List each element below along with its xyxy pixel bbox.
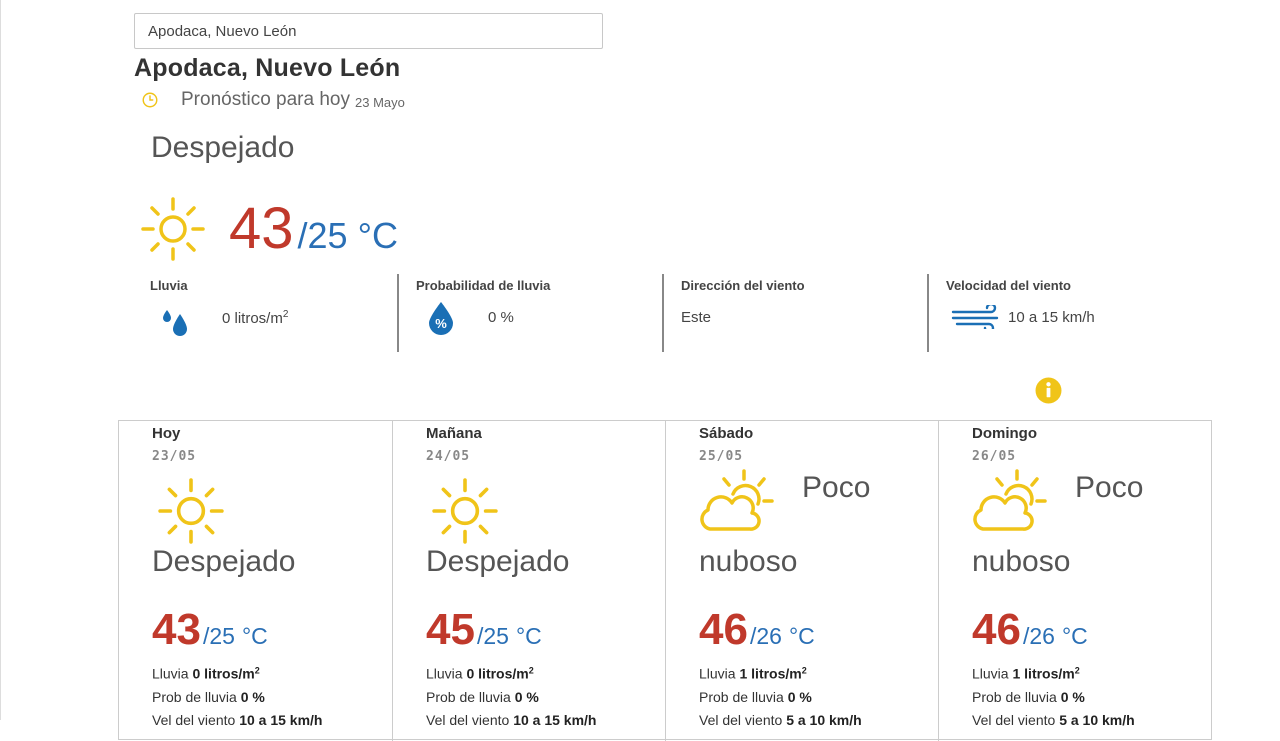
search-input[interactable] bbox=[134, 13, 603, 49]
card-condition: Despejado bbox=[426, 545, 570, 578]
raindrops-icon bbox=[163, 310, 187, 336]
card-date: 26/05 bbox=[972, 449, 1017, 464]
forecast-date: 23 Mayo bbox=[355, 94, 405, 110]
stat-rain-sup: 2 bbox=[282, 309, 289, 320]
card-prob: Prob de lluvia 0 % bbox=[972, 689, 1085, 705]
rain-probability-icon: % bbox=[429, 302, 453, 335]
forecast-card-domingo[interactable]: Domingo 26/05 Poco nuboso 46 /26 °C Lluv… bbox=[938, 421, 1212, 741]
card-temp-min: /26 bbox=[749, 623, 782, 649]
card-wind: Vel del viento 5 a 10 km/h bbox=[699, 712, 862, 728]
stat-rain-value: 0 litros/m2 bbox=[222, 309, 289, 327]
stat-wind-dir-value: Este bbox=[681, 309, 712, 326]
svg-text:%: % bbox=[435, 316, 447, 331]
info-icon[interactable] bbox=[1035, 377, 1062, 404]
card-wind: Vel del viento 10 a 15 km/h bbox=[426, 712, 597, 728]
card-temperature: 46 /26 °C bbox=[972, 605, 1088, 655]
card-prob: Prob de lluvia 0 % bbox=[426, 689, 539, 705]
card-temp-min: /25 bbox=[202, 623, 235, 649]
card-temp-unit: °C bbox=[788, 623, 815, 649]
partly-cloudy-icon bbox=[700, 469, 774, 531]
card-temp-min: /26 bbox=[1022, 623, 1055, 649]
card-temperature: 43 /25 °C bbox=[152, 605, 268, 655]
card-temp-max: 45 bbox=[426, 605, 475, 654]
card-temp-unit: °C bbox=[241, 623, 268, 649]
stat-rain: Lluvia 0 litros/m2 bbox=[150, 276, 390, 352]
sun-icon bbox=[432, 478, 498, 544]
card-temperature: 45 /25 °C bbox=[426, 605, 542, 655]
stat-wind-speed-label: Velocidad del viento bbox=[946, 278, 1071, 293]
today-temp-unit: °C bbox=[357, 215, 398, 256]
card-rain: Lluvia 0 litros/m2 bbox=[426, 665, 534, 682]
stat-divider bbox=[397, 274, 399, 352]
card-day: Hoy bbox=[152, 425, 181, 442]
stat-divider bbox=[927, 274, 929, 352]
card-rain: Lluvia 1 litros/m2 bbox=[699, 665, 807, 682]
forecast-card-manana[interactable]: Mañana 24/05 Despejado 45 /25 °C Lluvia … bbox=[392, 421, 666, 741]
card-temperature: 46 /26 °C bbox=[699, 605, 815, 655]
card-wind: Vel del viento 10 a 15 km/h bbox=[152, 712, 323, 728]
forecast-card-sabado[interactable]: Sábado 25/05 Poco nuboso 46 /26 °C Lluvi… bbox=[665, 421, 939, 741]
forecast-card-hoy[interactable]: Hoy 23/05 Despejado 43 /25 °C Lluvia 0 l… bbox=[119, 421, 392, 741]
card-date: 25/05 bbox=[699, 449, 744, 464]
clock-icon bbox=[142, 92, 158, 108]
card-day: Sábado bbox=[699, 425, 754, 442]
card-temp-min: /25 bbox=[476, 623, 509, 649]
stat-rain-probability: Probabilidad de lluvia % 0 % bbox=[416, 276, 656, 352]
today-condition: Despejado bbox=[151, 131, 295, 164]
partly-cloudy-icon bbox=[973, 469, 1047, 531]
stat-wind-direction: Dirección del viento Este bbox=[681, 276, 921, 352]
forecast-label: Pronóstico para hoy bbox=[181, 89, 350, 110]
card-rain: Lluvia 0 litros/m2 bbox=[152, 665, 260, 682]
card-temp-unit: °C bbox=[1061, 623, 1088, 649]
card-condition: Despejado bbox=[152, 545, 296, 578]
stat-prob-label: Probabilidad de lluvia bbox=[416, 278, 551, 293]
stat-wind-dir-label: Dirección del viento bbox=[681, 278, 805, 293]
stat-prob-value: 0 % bbox=[488, 309, 514, 326]
stat-divider bbox=[662, 274, 664, 352]
card-temp-unit: °C bbox=[515, 623, 542, 649]
card-day: Domingo bbox=[972, 425, 1037, 442]
page-left-border bbox=[0, 0, 1, 720]
sun-icon bbox=[141, 197, 205, 261]
stat-rain-label: Lluvia bbox=[150, 278, 188, 293]
card-date: 23/05 bbox=[152, 449, 197, 464]
today-temp-max: 43 bbox=[229, 196, 294, 261]
card-condition-side: Poco bbox=[1075, 471, 1144, 504]
today-temp-min: /25 bbox=[297, 215, 348, 256]
card-day: Mañana bbox=[426, 425, 482, 442]
card-condition-side: Poco bbox=[802, 471, 871, 504]
card-date: 24/05 bbox=[426, 449, 471, 464]
card-prob: Prob de lluvia 0 % bbox=[699, 689, 812, 705]
wind-icon bbox=[951, 305, 999, 329]
stat-wind-speed-value: 10 a 15 km/h bbox=[1008, 309, 1095, 326]
card-temp-max: 43 bbox=[152, 605, 201, 654]
card-wind: Vel del viento 5 a 10 km/h bbox=[972, 712, 1135, 728]
page-title: Apodaca, Nuevo León bbox=[134, 54, 401, 82]
card-prob: Prob de lluvia 0 % bbox=[152, 689, 265, 705]
today-temperature: 43 /25 °C bbox=[229, 195, 398, 262]
stat-wind-speed: Velocidad del viento 10 a 15 km/h bbox=[946, 276, 1186, 352]
sun-icon bbox=[158, 478, 224, 544]
forecast-cards: Hoy 23/05 Despejado 43 /25 °C Lluvia 0 l… bbox=[118, 420, 1212, 741]
card-rain: Lluvia 1 litros/m2 bbox=[972, 665, 1080, 682]
card-temp-max: 46 bbox=[699, 605, 748, 654]
forecast-subtitle: Pronóstico para hoy 23 Mayo bbox=[141, 89, 405, 111]
card-temp-max: 46 bbox=[972, 605, 1021, 654]
card-condition: nuboso bbox=[972, 545, 1071, 578]
card-condition: nuboso bbox=[699, 545, 798, 578]
